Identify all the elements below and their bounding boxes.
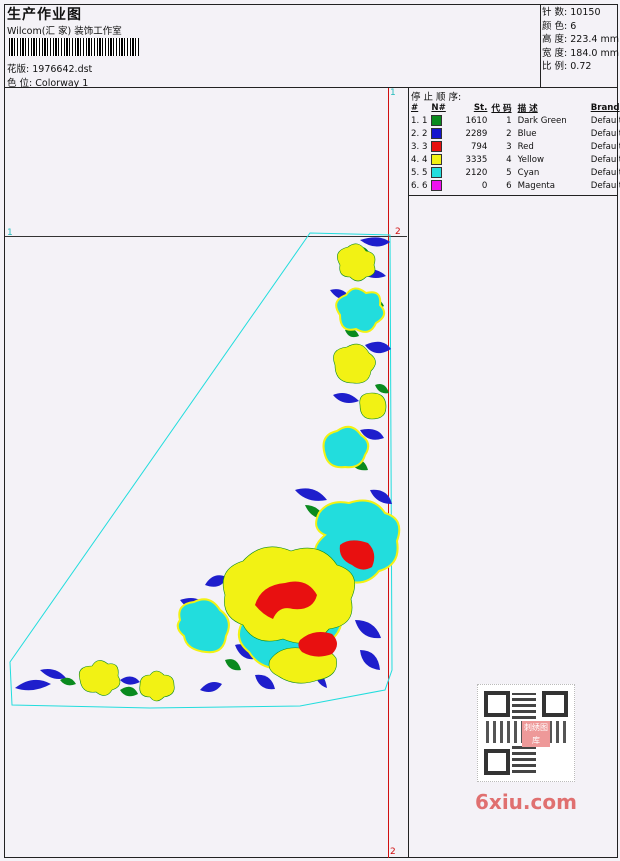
header-divider: [4, 87, 618, 88]
stat-stitches: 针 数: 10150: [542, 7, 601, 18]
row-index: 1. 1: [411, 115, 428, 126]
barcode: [9, 38, 139, 56]
sidebar-divider: [408, 87, 409, 858]
row-brand: Default: [590, 128, 620, 139]
colorway-label: 色 位:: [7, 78, 33, 89]
stop-sequence-table: # N# St. 代 码 描 述 Brand 元 素 1. 1 1610 1 Dark…: [409, 101, 620, 192]
row-swatch: [429, 127, 447, 140]
row-description: Yellow: [517, 154, 545, 165]
stats-divider: [540, 4, 541, 88]
stat-scale: 比 例: 0.72: [542, 61, 592, 72]
row-description: Blue: [517, 128, 537, 139]
qr-watermark: 刺绣图库 6xiu.com: [469, 680, 587, 814]
design-stats: 针 数: 10150 颜 色: 6 高 度: 223.4 mm 宽 度: 184…: [542, 6, 619, 74]
guide-line-horizontal: [5, 236, 407, 237]
page-title: 生产作业图: [7, 7, 82, 23]
row-index: 5. 5: [411, 167, 428, 178]
row-brand: Default: [590, 141, 620, 152]
sidebar-table-divider: [408, 195, 618, 196]
row-swatch: [429, 140, 447, 153]
design-file-value: 1976642.dst: [32, 64, 93, 75]
color-swatch: [431, 115, 443, 126]
color-swatch: [431, 128, 443, 139]
table-row: 5. 5 2120 5 Cyan Default: [409, 166, 620, 179]
table-row: 1. 1 1610 1 Dark Green Default: [409, 114, 620, 127]
row-index: 6. 6: [411, 180, 428, 191]
row-description: Dark Green: [517, 115, 567, 126]
marker-1-top: 1: [390, 88, 396, 98]
row-swatch: [429, 153, 447, 166]
row-index: 3. 3: [411, 141, 428, 152]
watermark-text: 6xiu.com: [475, 790, 577, 814]
table-row: 4. 4 3335 4 Yellow Default: [409, 153, 620, 166]
row-stitches: 2120: [465, 167, 488, 178]
row-stitches: 1610: [465, 115, 488, 126]
row-brand: Default: [590, 115, 620, 126]
row-stitches: 3335: [465, 154, 488, 165]
row-swatch: [429, 166, 447, 179]
color-swatch: [431, 154, 443, 165]
marker-1-left: 1: [7, 228, 13, 238]
row-description: Magenta: [517, 180, 556, 191]
row-code: 6: [506, 180, 512, 191]
row-swatch: [429, 114, 447, 127]
row-code: 3: [506, 141, 512, 152]
row-index: 4. 4: [411, 154, 428, 165]
row-index: 2. 2: [411, 128, 428, 139]
color-swatch: [431, 141, 443, 152]
table-header: # N# St. 代 码 描 述 Brand 元 素: [411, 102, 620, 114]
row-code: 4: [506, 154, 512, 165]
row-code: 2: [506, 128, 512, 139]
row-code: 1: [506, 115, 512, 126]
table-row: 6. 6 0 6 Magenta Default: [409, 179, 620, 192]
row-stitches: 0: [481, 180, 488, 191]
colorway-value: Colorway 1: [35, 78, 89, 89]
row-stitches: 794: [470, 141, 488, 152]
stat-colors: 颜 色: 6: [542, 20, 577, 32]
color-swatch: [431, 180, 443, 191]
studio-name: Wilcom(汇 家) 装饰工作室: [7, 26, 122, 37]
marker-2-bottom: 2: [390, 847, 396, 857]
row-swatch: [429, 179, 447, 192]
table-row: 3. 3 794 3 Red Default: [409, 140, 620, 153]
colorway: 色 位: Colorway 1: [7, 75, 88, 89]
qr-stamp: 刺绣图库: [522, 721, 550, 747]
design-file: 花版: 1976642.dst: [7, 61, 92, 75]
row-brand: Default: [590, 167, 620, 178]
stat-width: 宽 度: 184.0 mm: [542, 47, 619, 59]
guide-line-vertical: [388, 88, 389, 858]
stat-height: 高 度: 223.4 mm: [542, 34, 619, 45]
marker-2-right: 2: [395, 227, 401, 237]
row-brand: Default: [590, 154, 620, 165]
row-description: Red: [517, 141, 534, 152]
row-stitches: 2289: [465, 128, 488, 139]
row-code: 5: [506, 167, 512, 178]
qr-code: 刺绣图库: [477, 684, 575, 782]
color-swatch: [431, 167, 443, 178]
design-file-label: 花版:: [7, 64, 30, 75]
row-description: Cyan: [517, 167, 540, 178]
table-row: 2. 2 2289 2 Blue Default: [409, 127, 620, 140]
row-brand: Default: [590, 180, 620, 191]
